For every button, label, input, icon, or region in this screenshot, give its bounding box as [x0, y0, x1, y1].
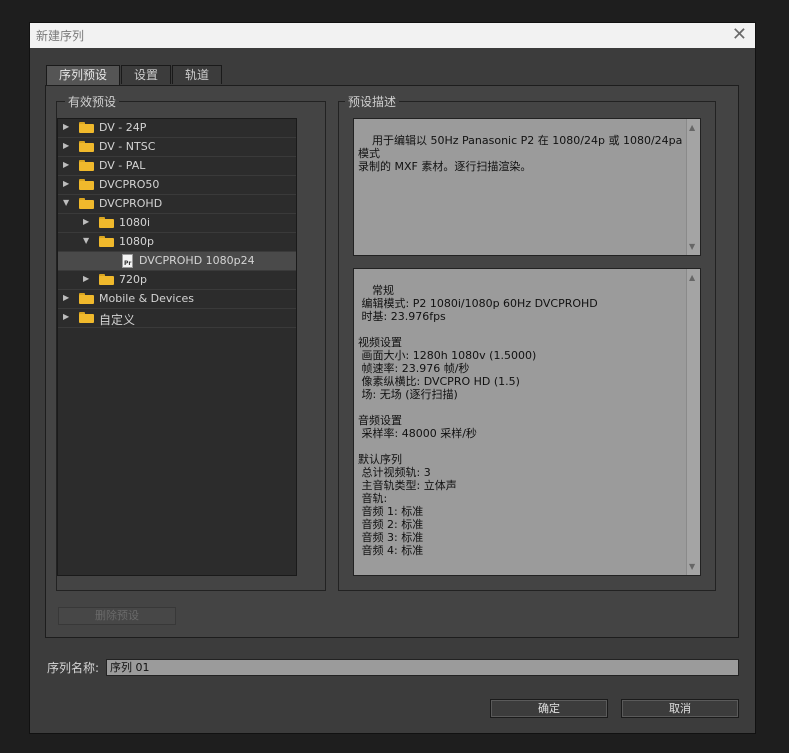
tree-item-1080p[interactable]: ▼ 1080p	[58, 233, 296, 252]
scroll-down-icon[interactable]: ▼	[689, 240, 695, 253]
sequence-name-label: 序列名称:	[47, 661, 100, 675]
tree-item-dvcprohd[interactable]: ▼ DVCPROHD	[58, 195, 296, 214]
collapse-arrow-icon[interactable]: ▼	[63, 198, 69, 207]
tree-item-label: DV - 24P	[99, 121, 147, 134]
description-scrollbar[interactable]: ▲ ▼	[686, 119, 700, 255]
tree-item-mobile-devices[interactable]: ▶ Mobile & Devices	[58, 290, 296, 309]
preset-description-label: 预设描述	[345, 93, 400, 110]
scroll-up-icon[interactable]: ▲	[689, 121, 695, 134]
tab-settings[interactable]: 设置	[121, 65, 171, 84]
tree-item-1080i[interactable]: ▶ 1080i	[58, 214, 296, 233]
window-title: 新建序列	[36, 29, 85, 43]
scroll-down-icon[interactable]: ▼	[689, 560, 695, 573]
tree-item-label: DVCPROHD	[99, 197, 163, 210]
new-sequence-dialog: 新建序列 ✕ 序列预设 设置 轨道 有效预设 ▶ DV - 24P ▶ DV -…	[30, 23, 755, 733]
tree-item-label: DV - PAL	[99, 159, 146, 172]
tree-item-dv-24p[interactable]: ▶ DV - 24P	[58, 119, 296, 138]
close-icon[interactable]: ✕	[732, 24, 747, 46]
tree-item-dvcpro50[interactable]: ▶ DVCPRO50	[58, 176, 296, 195]
tree-item-label: DVCPRO50	[99, 178, 160, 191]
expand-arrow-icon[interactable]: ▶	[83, 217, 89, 226]
folder-icon	[79, 141, 94, 152]
description-text: 用于编辑以 50Hz Panasonic P2 在 1080/24p 或 108…	[358, 134, 683, 173]
tree-item-label: 1080p	[119, 235, 154, 248]
ok-button[interactable]: 确定	[490, 699, 608, 718]
tree-item-720p[interactable]: ▶ 720p	[58, 271, 296, 290]
preset-tree[interactable]: ▶ DV - 24P ▶ DV - NTSC ▶ DV - PAL ▶ DVCP…	[57, 118, 297, 576]
expand-arrow-icon[interactable]: ▶	[63, 293, 69, 302]
tree-item-label: Mobile & Devices	[99, 292, 195, 305]
available-presets-label: 有效预设	[65, 93, 120, 110]
tree-item-dv-pal[interactable]: ▶ DV - PAL	[58, 157, 296, 176]
folder-icon	[99, 274, 114, 285]
folder-icon	[99, 217, 114, 228]
tree-item-label: 720p	[119, 273, 147, 286]
tree-item-custom[interactable]: ▶ 自定义	[58, 309, 296, 328]
delete-preset-button[interactable]: 删除预设	[58, 607, 176, 625]
details-scrollbar[interactable]: ▲ ▼	[686, 269, 700, 575]
tree-item-label: 1080i	[119, 216, 151, 229]
expand-arrow-icon[interactable]: ▶	[63, 141, 69, 150]
expand-arrow-icon[interactable]: ▶	[63, 122, 69, 131]
tree-item-dvcprohd-1080p24[interactable]: Pr DVCPROHD 1080p24	[58, 252, 296, 271]
tree-item-label: DVCPROHD 1080p24	[139, 254, 255, 267]
folder-icon	[79, 179, 94, 190]
expand-arrow-icon[interactable]: ▶	[63, 160, 69, 169]
preset-details-text[interactable]: 常规 编辑模式: P2 1080i/1080p 60Hz DVCPROHD 时基…	[353, 268, 701, 576]
tree-item-label: DV - NTSC	[99, 140, 156, 153]
details-text: 常规 编辑模式: P2 1080i/1080p 60Hz DVCPROHD 时基…	[358, 284, 598, 557]
tree-item-dv-ntsc[interactable]: ▶ DV - NTSC	[58, 138, 296, 157]
folder-icon	[79, 122, 94, 133]
tree-item-label: 自定义	[99, 313, 136, 327]
scroll-up-icon[interactable]: ▲	[689, 271, 695, 284]
title-bar: 新建序列 ✕	[30, 23, 755, 48]
expand-arrow-icon[interactable]: ▶	[63, 312, 69, 321]
tab-tracks[interactable]: 轨道	[172, 65, 222, 84]
cancel-button[interactable]: 取消	[621, 699, 739, 718]
folder-icon	[79, 312, 94, 323]
expand-arrow-icon[interactable]: ▶	[83, 274, 89, 283]
tab-sequence-presets[interactable]: 序列预设	[46, 65, 120, 86]
folder-icon	[99, 236, 114, 247]
folder-icon	[79, 198, 94, 209]
folder-icon	[79, 293, 94, 304]
folder-icon	[79, 160, 94, 171]
sequence-name-input[interactable]: 序列 01	[106, 659, 739, 676]
collapse-arrow-icon[interactable]: ▼	[83, 236, 89, 245]
expand-arrow-icon[interactable]: ▶	[63, 179, 69, 188]
preset-file-icon: Pr	[122, 254, 133, 268]
preset-description-text[interactable]: 用于编辑以 50Hz Panasonic P2 在 1080/24p 或 108…	[353, 118, 701, 256]
